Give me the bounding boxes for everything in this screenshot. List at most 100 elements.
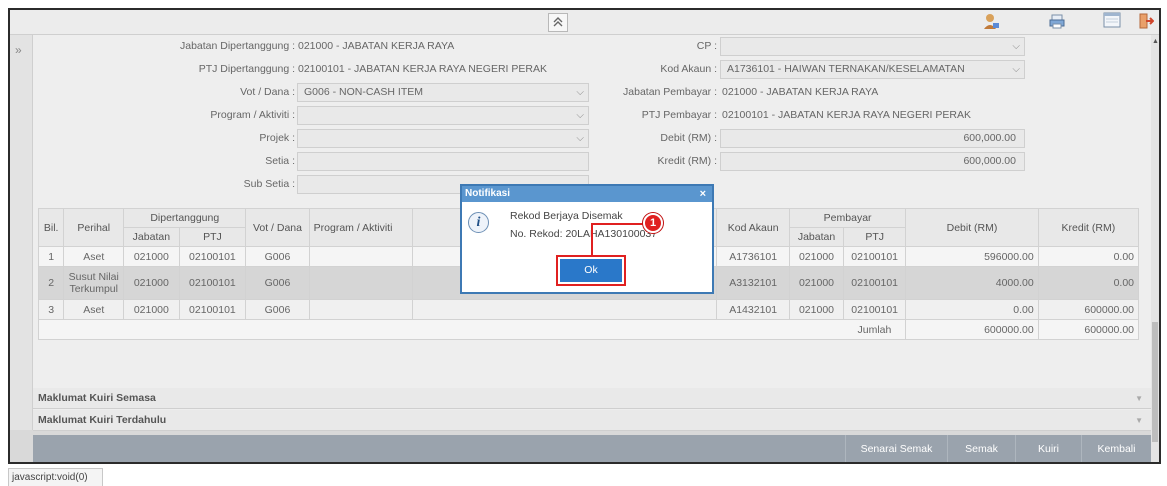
scrollbar-thumb[interactable]	[1152, 322, 1158, 442]
value-ptj-pembayar: 02100101 - JABATAN KERJA RAYA NEGERI PER…	[722, 109, 971, 121]
value-jabatan-dipertanggung: 021000 - JABATAN KERJA RAYA	[298, 40, 455, 52]
cell-program	[308, 266, 414, 300]
cell-blank	[412, 299, 717, 320]
chevron-down-icon: ▼	[1135, 416, 1143, 425]
cell-bil: 2	[37, 266, 65, 300]
kembali-button[interactable]: Kembali	[1081, 435, 1151, 462]
cell-program	[308, 246, 414, 267]
close-icon[interactable]: ×	[700, 186, 706, 202]
total-row: Jumlah 600000.00 600000.00	[37, 319, 1140, 340]
cell-ptj-pembayar: 02100101	[843, 246, 907, 267]
chevron-down-icon: ⌵	[1012, 64, 1020, 75]
total-debit: 600000.00	[905, 319, 1039, 340]
dialog-message: Rekod Berjaya Disemak	[510, 210, 623, 222]
print-icon[interactable]	[1046, 12, 1068, 32]
cell-ptj-pembayar: 02100101	[843, 299, 907, 320]
kuiri-button[interactable]: Kuiri	[1015, 435, 1081, 462]
senarai-semak-button[interactable]: Senarai Semak	[845, 435, 947, 462]
info-icon: i	[468, 212, 489, 233]
total-spacer	[37, 319, 844, 340]
cell-kredit: 0.00	[1037, 266, 1140, 300]
cell-vot: G006	[245, 246, 310, 267]
table-row[interactable]: 3 Aset 021000 02100101 G006 A1432101 021…	[37, 299, 1140, 320]
cp-select[interactable]: ⌵	[720, 37, 1025, 56]
cell-perihal: Aset	[63, 299, 125, 320]
semak-button[interactable]: Semak	[947, 435, 1015, 462]
kod-akaun-select[interactable]: A1736101 - HAIWAN TERNAKAN/KESELAMATAN ⌵	[720, 60, 1025, 79]
label-ptj-pembayar: PTJ Pembayar :	[641, 109, 717, 121]
cell-vot: G006	[245, 266, 310, 300]
top-toolbar	[10, 10, 1159, 35]
callout-pointer-line	[591, 223, 645, 257]
kredit-input[interactable]: 600,000.00	[720, 152, 1025, 171]
accordion-kuiri-semasa[interactable]: Maklumat Kuiri Semasa ▼	[33, 388, 1151, 409]
vot-dana-select[interactable]: G006 - NON-CASH ITEM ⌵	[297, 83, 589, 102]
kredit-value: 600,000.00	[963, 155, 1016, 167]
debit-value: 600,000.00	[963, 132, 1016, 144]
step-callout-badge: 1	[643, 213, 663, 233]
status-bar-link: javascript:void(0)	[8, 468, 103, 486]
label-jabatan-dipertanggung: Jabatan Dipertanggung :	[179, 40, 295, 52]
cell-bil: 1	[37, 246, 65, 267]
setia-input[interactable]	[297, 152, 589, 171]
cell-ptj: 02100101	[178, 266, 247, 300]
action-bar: Senarai Semak Semak Kuiri Kembali	[33, 435, 1151, 462]
label-cp: CP :	[696, 40, 717, 52]
col-ptj-pembayar: PTJ	[843, 227, 907, 247]
cell-ptj: 02100101	[178, 246, 247, 267]
col-dipertanggung: Dipertanggung	[123, 208, 247, 228]
cell-kod-akaun: A1432101	[716, 299, 790, 320]
cell-jabatan-pembayar: 021000	[788, 299, 845, 320]
label-jabatan-pembayar: Jabatan Pembayar :	[623, 86, 717, 98]
col-pembayar: Pembayar	[788, 208, 907, 228]
label-program-aktiviti: Program / Aktiviti :	[210, 109, 295, 121]
cell-perihal: Aset	[63, 246, 125, 267]
col-ptj: PTJ	[178, 227, 247, 247]
cell-program	[308, 299, 414, 320]
label-vot-dana: Vot / Dana :	[240, 86, 295, 98]
cell-jabatan: 021000	[123, 299, 180, 320]
accordion-kuiri-terdahulu[interactable]: Maklumat Kuiri Terdahulu ▼	[33, 410, 1151, 431]
label-kod-akaun: Kod Akaun :	[660, 63, 717, 75]
cell-kod-akaun: A1736101	[716, 246, 790, 267]
label-sub-setia: Sub Setia :	[243, 178, 295, 190]
cell-jabatan-pembayar: 021000	[788, 246, 845, 267]
kod-akaun-value: A1736101 - HAIWAN TERNAKAN/KESELAMATAN	[727, 63, 965, 75]
cell-debit: 4000.00	[905, 266, 1039, 300]
label-projek: Projek :	[259, 132, 295, 144]
expand-chevron-icon: »	[15, 43, 22, 57]
col-kredit: Kredit (RM)	[1037, 208, 1140, 247]
total-label: Jumlah	[843, 319, 907, 340]
cell-kredit: 0.00	[1037, 246, 1140, 267]
cell-kredit: 600000.00	[1037, 299, 1140, 320]
cell-jabatan-pembayar: 021000	[788, 266, 845, 300]
accordion-kuiri-semasa-label: Maklumat Kuiri Semasa	[38, 392, 156, 404]
col-jabatan: Jabatan	[123, 227, 180, 247]
col-kod-akaun: Kod Akaun	[716, 208, 790, 247]
projek-select[interactable]: ⌵	[297, 129, 589, 148]
cell-debit: 596000.00	[905, 246, 1039, 267]
label-ptj-dipertanggung: PTJ Dipertanggung :	[198, 63, 295, 75]
vot-dana-value: G006 - NON-CASH ITEM	[304, 86, 424, 98]
col-program-aktiviti: Program / Aktiviti	[308, 208, 414, 247]
user-icon[interactable]	[980, 12, 1002, 32]
scroll-up-icon[interactable]: ▲	[1152, 38, 1159, 45]
chevron-down-icon: ⌵	[576, 133, 584, 144]
cell-vot: G006	[245, 299, 310, 320]
col-bil: Bil.	[37, 208, 65, 247]
cell-debit: 0.00	[905, 299, 1039, 320]
cell-ptj-pembayar: 02100101	[843, 266, 907, 300]
value-jabatan-pembayar: 021000 - JABATAN KERJA RAYA	[722, 86, 879, 98]
program-aktiviti-select[interactable]: ⌵	[297, 106, 589, 125]
logout-icon[interactable]	[1136, 12, 1156, 32]
debit-input[interactable]: 600,000.00	[720, 129, 1025, 148]
accordion-kuiri-terdahulu-label: Maklumat Kuiri Terdahulu	[38, 414, 167, 426]
chevron-down-icon: ▼	[1135, 394, 1143, 403]
col-vot-dana: Vot / Dana	[245, 208, 310, 247]
collapse-header-button[interactable]	[548, 13, 568, 32]
cell-perihal: Susut Nilai Terkumpul	[63, 266, 125, 300]
value-ptj-dipertanggung: 02100101 - JABATAN KERJA RAYA NEGERI PER…	[298, 63, 547, 75]
window-icon[interactable]	[1101, 12, 1123, 32]
side-panel-toggle[interactable]: »	[10, 35, 33, 430]
ok-button[interactable]: Ok	[560, 259, 622, 282]
